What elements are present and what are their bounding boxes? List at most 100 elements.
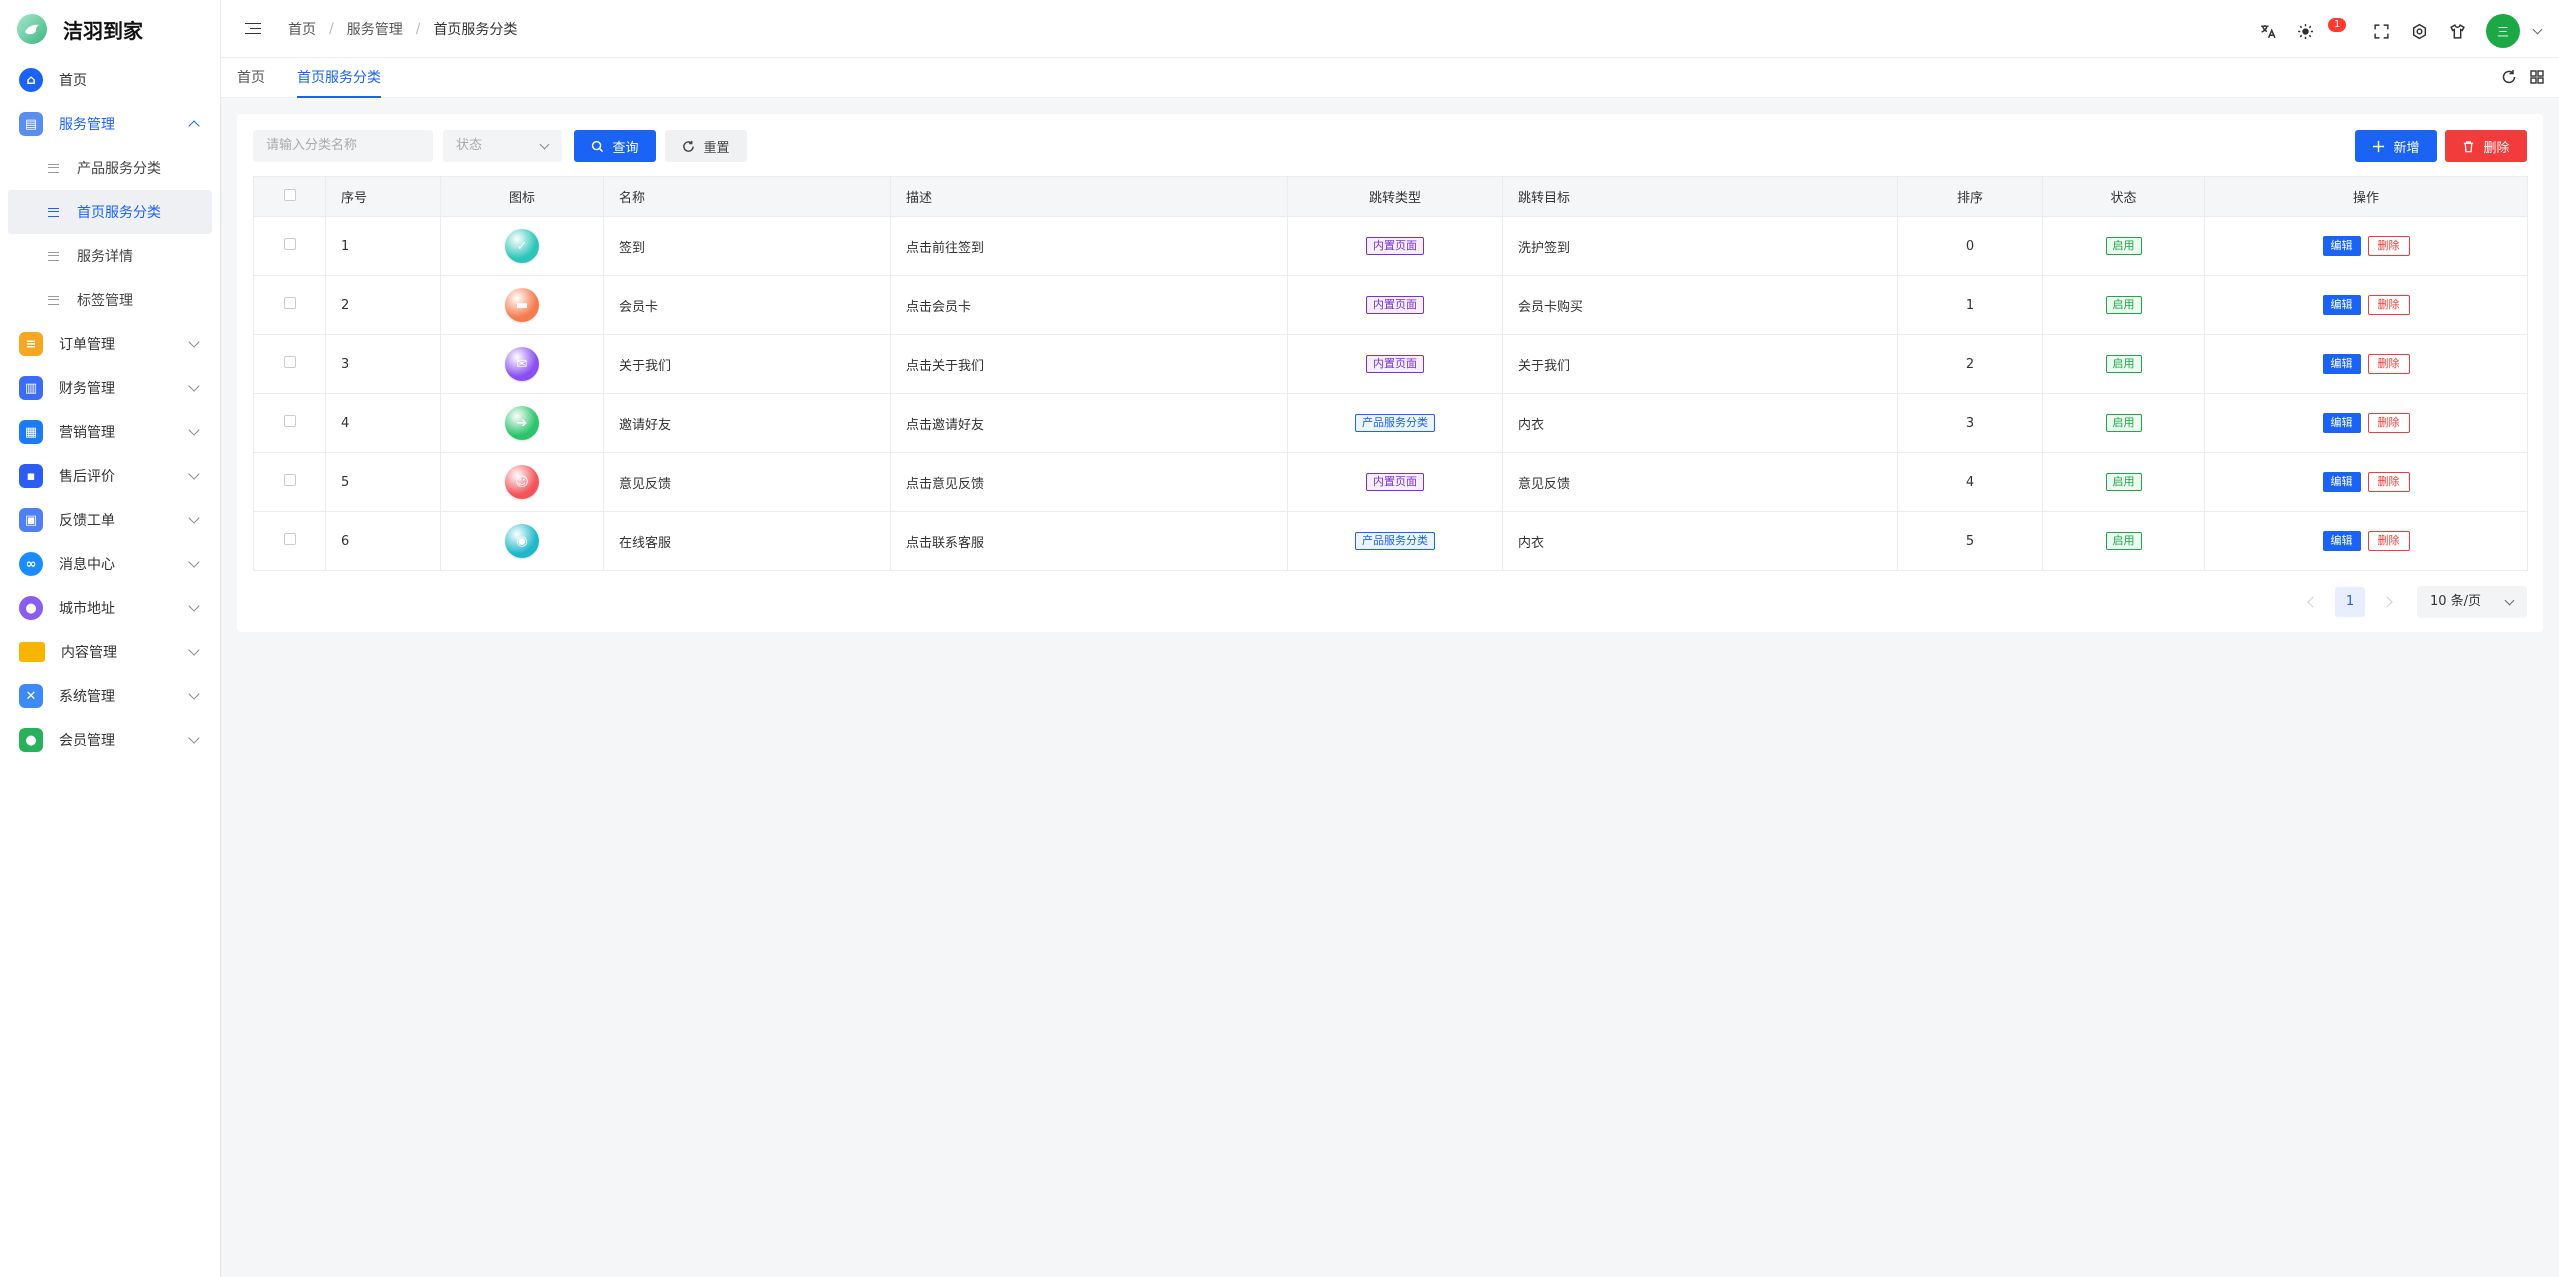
fullscreen-icon[interactable] [2362,16,2400,46]
target-cell: 关于我们 [1502,334,1898,394]
sidebar-item[interactable]: ▥ 财务管理 [0,366,220,410]
row-checkbox[interactable] [283,415,296,427]
sidebar-item-label: 订单管理 [59,337,115,353]
notification-bell-icon[interactable]: 1 [2324,16,2362,46]
sidebar-item[interactable]: ≡ 订单管理 [0,322,220,366]
row-checkbox[interactable] [283,356,296,368]
status-badge: 启用 [2105,296,2142,314]
table-row: 3 ✉ 关于我们 点击关于我们 内置页面 关于我们 2 启用 编辑 删除 [253,334,2528,394]
link-icon: ∞ [19,552,43,576]
sidebar-item[interactable]: ✕ 系统管理 [0,674,220,718]
category-icon: ◉ [505,524,539,558]
tab-home-service-category[interactable]: 首页服务分类 [297,58,381,98]
sidebar-subitem[interactable]: 产品服务分类 [8,146,212,190]
marketing-icon: ▦ [19,420,43,444]
sidebar-item[interactable]: ● 会员管理 [0,718,220,762]
sidebar-item[interactable]: ▦ 营销管理 [0,410,220,454]
clipboard-icon: ▤ [19,112,43,136]
edit-button[interactable]: 编辑 [2322,295,2361,315]
sidebar-item[interactable]: ∞ 消息中心 [0,542,220,586]
sidebar-item[interactable]: 内容管理 [0,630,220,674]
jump-type-tag: 产品服务分类 [1355,414,1435,432]
sidebar-subitem[interactable]: 服务详情 [8,234,212,278]
edit-button[interactable]: 编辑 [2322,413,2361,433]
column-header: 描述 [890,176,1288,217]
actions-cell: 编辑 删除 [2204,511,2528,571]
tabs-bar: 首页 首页服务分类 [221,58,2559,98]
category-name-input[interactable]: 请输入分类名称 [253,130,433,162]
row-checkbox[interactable] [283,474,296,486]
name-cell: 会员卡 [603,275,891,335]
chevron-down-icon [539,139,550,150]
prev-page-icon[interactable] [2307,596,2319,608]
sidebar-item[interactable]: ⌂ 首页 [0,58,220,102]
icon-cell: ◉ [440,511,604,571]
chevron-down-icon [188,600,200,612]
edit-button[interactable]: 编辑 [2322,236,2361,256]
settings-gear-icon[interactable] [2400,16,2438,46]
order-icon: ≡ [19,332,43,356]
sort-cell: 1 [1897,275,2043,335]
reset-button[interactable]: 重置 [665,130,747,162]
sidebar-item-label: 服务管理 [59,117,115,133]
delete-button[interactable]: 删除 [2367,413,2410,433]
theme-sun-icon[interactable] [2286,16,2324,46]
refresh-icon[interactable] [2501,69,2517,89]
sidebar-item[interactable]: ▤ 服务管理 [0,102,220,146]
actions-cell: 编辑 删除 [2204,216,2528,276]
breadcrumb-item[interactable]: 首页 [288,19,316,39]
row-checkbox[interactable] [283,238,296,250]
folder-icon [19,642,45,662]
chevron-down-icon [2504,595,2515,606]
delete-button[interactable]: 删除 [2367,295,2410,315]
translate-icon[interactable] [2248,16,2286,46]
user-avatar[interactable]: 三 [2486,14,2520,48]
index-cell: 6 [325,511,441,571]
delete-button[interactable]: 删除 [2367,472,2410,492]
service-category-table: 序号 图标 名称 描述 跳转类型 跳转目标 排序 状态 操作 1 ✓ 签到 点击前往签… [253,176,2528,571]
breadcrumb-item[interactable]: 服务管理 [347,19,403,39]
chevron-down-icon[interactable] [2532,24,2543,34]
delete-button[interactable]: 删除 [2367,354,2410,374]
sidebar-item[interactable]: ▪ 售后评价 [0,454,220,498]
edit-button[interactable]: 编辑 [2322,354,2361,374]
category-icon: ➔ [505,406,539,440]
page-number[interactable]: 1 [2335,587,2365,617]
sidebar-item-label: 内容管理 [61,645,117,661]
row-checkbox[interactable] [283,297,296,309]
table-row: 1 ✓ 签到 点击前往签到 内置页面 洗护签到 0 启用 编辑 删除 [253,216,2528,276]
brand[interactable]: 洁羽到家 [0,0,220,58]
name-cell: 邀请好友 [603,393,891,453]
delete-button[interactable]: 删除 [2367,531,2410,551]
desc-cell: 点击邀请好友 [890,393,1288,453]
chevron-down-icon [188,424,200,436]
sort-cell: 5 [1897,511,2043,571]
status-select[interactable]: 状态 [443,130,562,162]
status-cell: 启用 [2042,511,2205,571]
content-card: 请输入分类名称 状态 查询 重置 新增 删除 序号 图标 名称 描述 跳转类型 … [237,114,2543,632]
tab-home[interactable]: 首页 [237,58,265,98]
select-all-checkbox[interactable] [283,188,296,201]
sidebar-subitem[interactable]: 首页服务分类 [8,190,212,234]
batch-delete-button[interactable]: 删除 [2445,130,2527,162]
query-button[interactable]: 查询 [574,130,656,162]
sidebar-subitem[interactable]: 标签管理 [8,278,212,322]
index-cell: 2 [325,275,441,335]
sidebar-item[interactable]: ▣ 反馈工单 [0,498,220,542]
edit-button[interactable]: 编辑 [2322,531,2361,551]
status-cell: 启用 [2042,216,2205,276]
shirt-icon[interactable] [2438,16,2476,46]
row-checkbox[interactable] [283,533,296,545]
sidebar-menu: ⌂ 首页 ▤ 服务管理产品服务分类 首页服务分类 服务详情 标签管理 ≡ 订单管理 ▥ 财务管理 ▦ 营… [0,58,220,762]
jump-type-cell: 产品服务分类 [1287,393,1503,453]
collapse-menu-icon[interactable] [245,22,261,36]
delete-button[interactable]: 删除 [2367,236,2410,256]
sort-cell: 3 [1897,393,2043,453]
chevron-down-icon [188,732,200,744]
sidebar-item[interactable]: ● 城市地址 [0,586,220,630]
next-page-icon[interactable] [2381,596,2393,608]
edit-button[interactable]: 编辑 [2322,472,2361,492]
add-button[interactable]: 新增 [2355,130,2437,162]
grid-view-icon[interactable] [2529,69,2545,89]
page-size-select[interactable]: 10 条/页 [2417,586,2527,618]
